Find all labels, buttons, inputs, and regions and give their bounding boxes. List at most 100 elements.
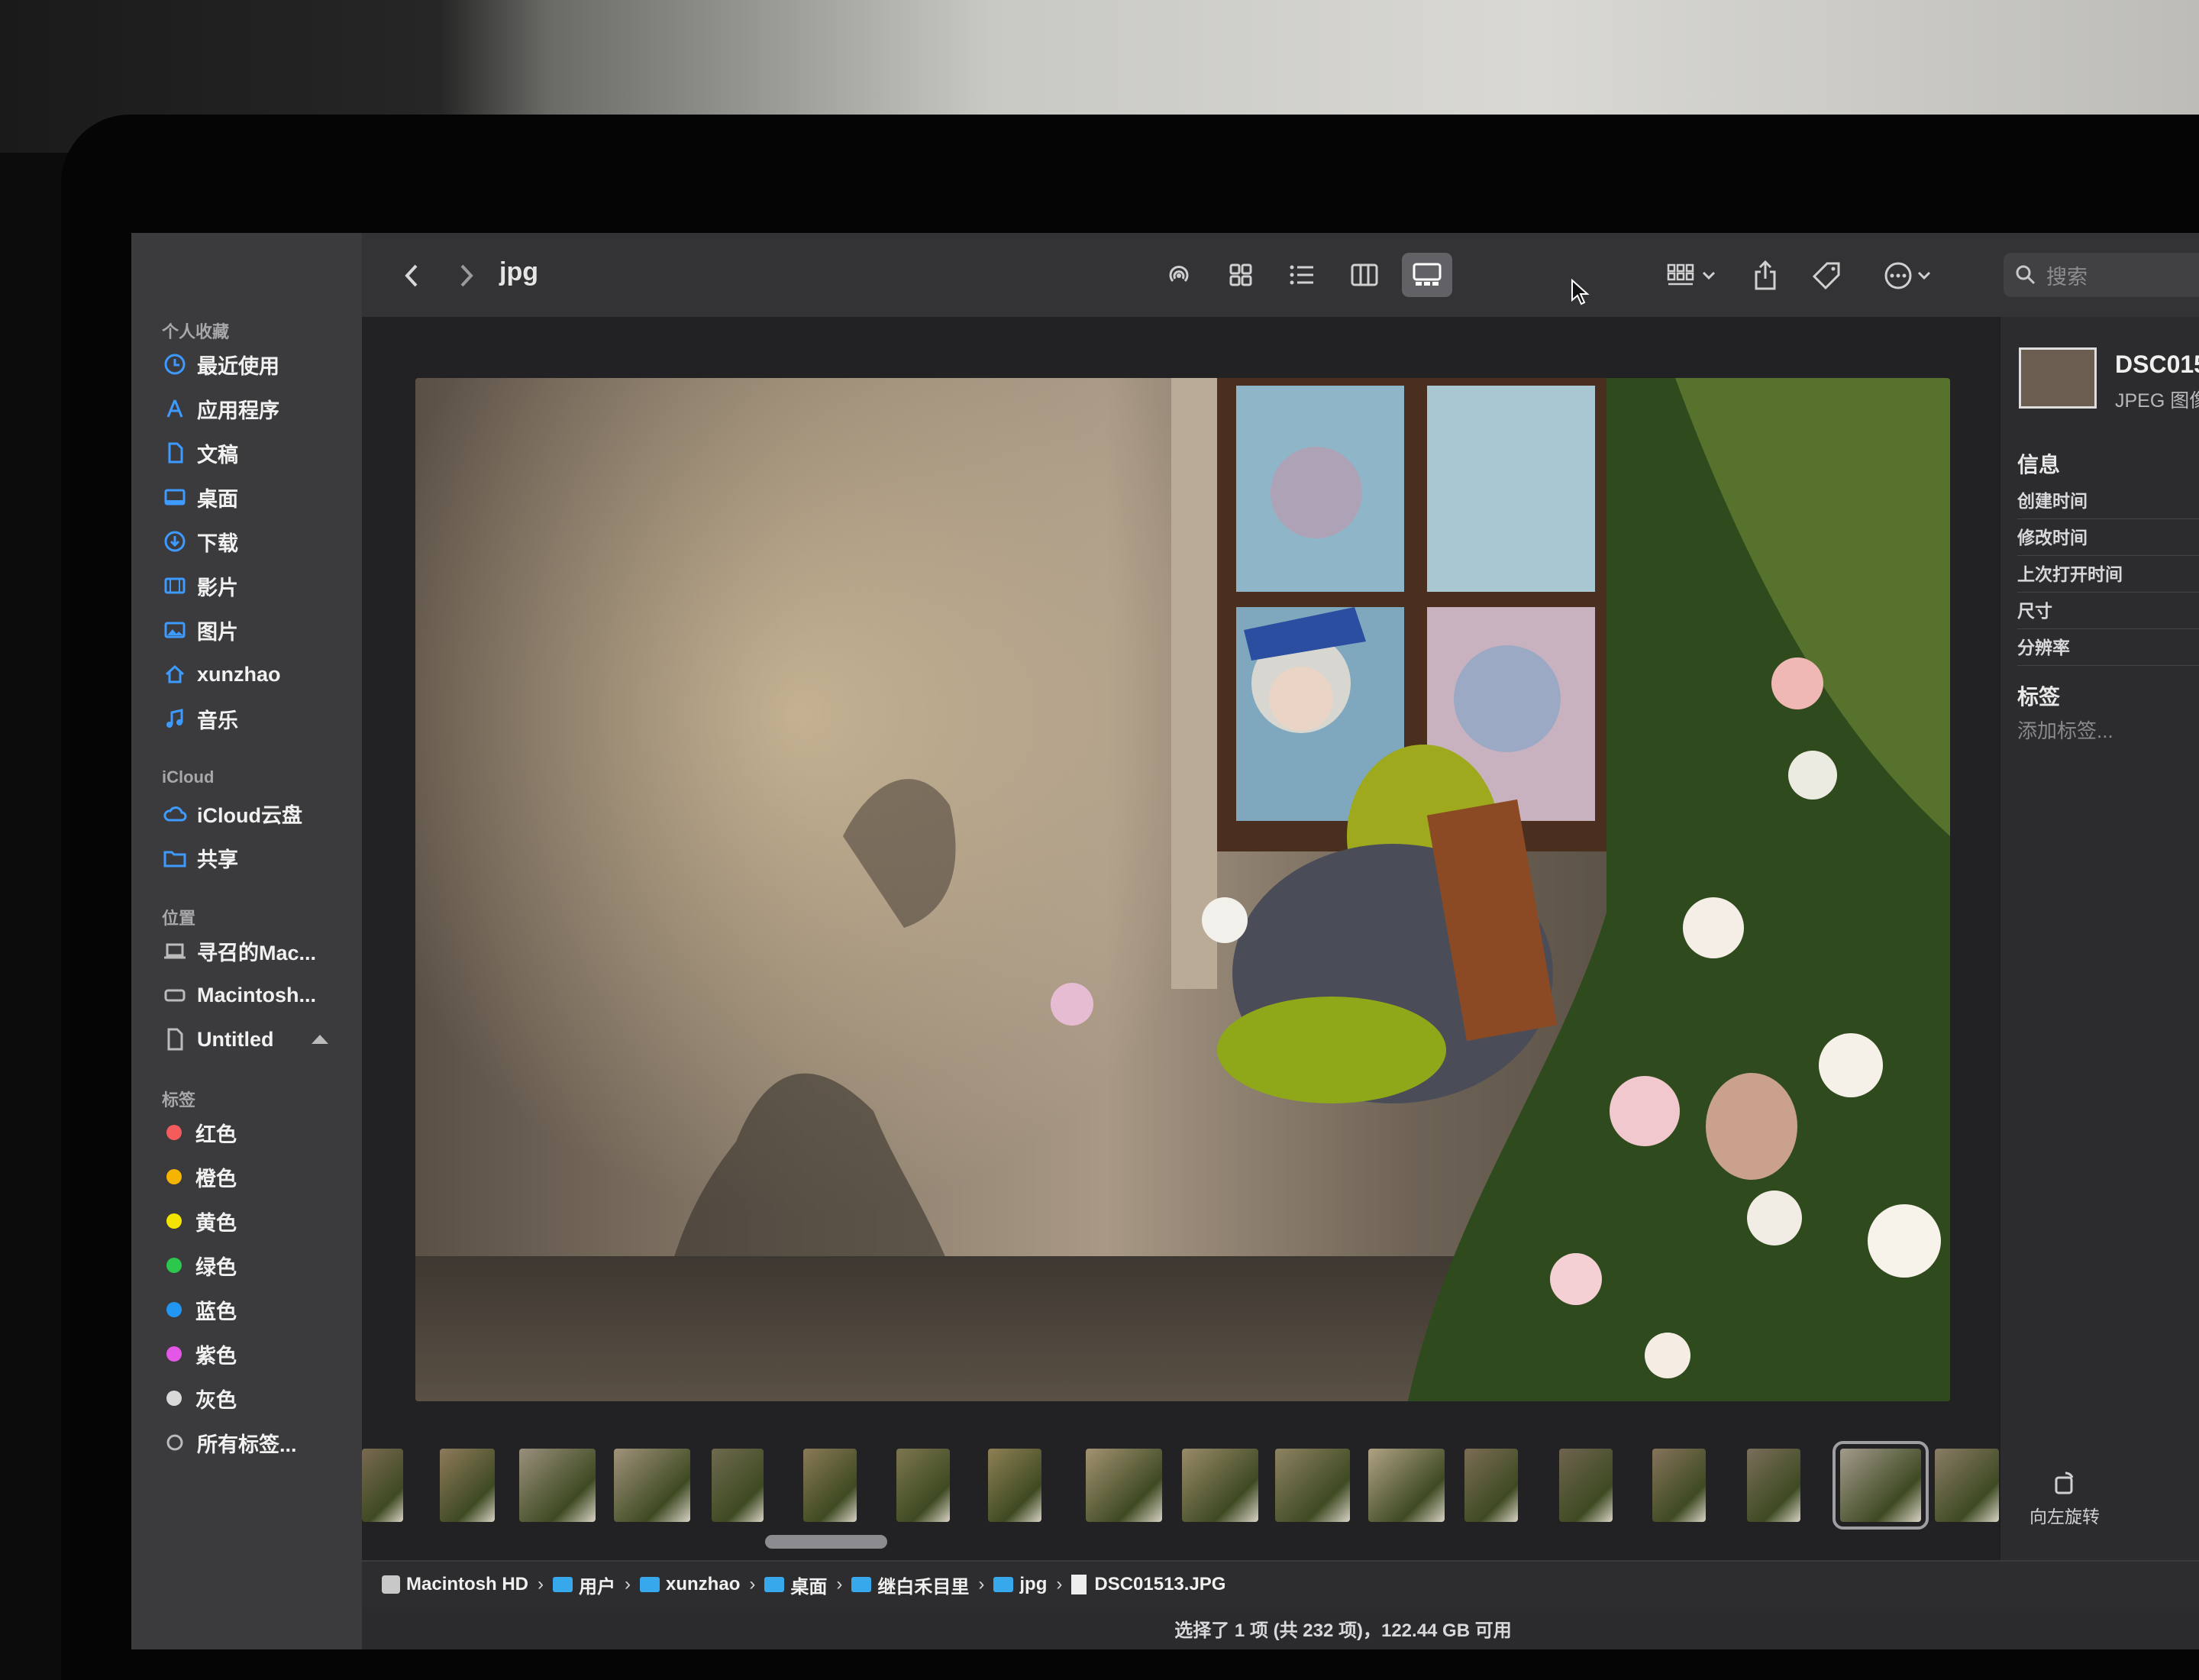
column-view-button[interactable] — [1339, 253, 1390, 297]
search-field[interactable]: 搜索 — [2004, 253, 2199, 297]
view-mode-group — [1216, 253, 1452, 297]
sidebar-item-downloads[interactable]: 下载 — [162, 525, 238, 558]
sidebar-all-tags[interactable]: 所有标签... — [162, 1426, 297, 1459]
filmstrip-thumbnail[interactable] — [988, 1449, 1041, 1522]
sidebar-item-movies[interactable]: 影片 — [162, 569, 238, 603]
filmstrip-thumbnail[interactable] — [1464, 1449, 1518, 1522]
sidebar-item-home[interactable]: xunzhao — [162, 657, 281, 691]
photo-preview[interactable] — [415, 378, 1950, 1401]
tag-color-dot — [166, 1213, 182, 1229]
path-item-macintosh-hd[interactable]: Macintosh HD — [382, 1574, 528, 1595]
sidebar-item-documents[interactable]: 文稿 — [162, 436, 238, 470]
sidebar-item-label: 紫色 — [195, 1344, 237, 1368]
tag-color-dot — [166, 1258, 182, 1273]
rotate-left-button[interactable]: 向左旋转 — [2029, 1470, 2100, 1528]
sidebar-item-label: xunzhao — [197, 662, 281, 686]
group-by-button[interactable] — [1660, 254, 1723, 297]
sidebar-item-label: 影片 — [197, 576, 238, 599]
airdrop-icon — [1169, 266, 1189, 283]
sidebar-tag-gray[interactable]: 灰色 — [162, 1381, 237, 1415]
forward-button[interactable] — [447, 254, 486, 297]
path-item-jpg[interactable]: jpg — [993, 1574, 1047, 1595]
filmstrip-thumbnail[interactable] — [1275, 1449, 1350, 1522]
disk-icon — [162, 982, 188, 1008]
list-view-button[interactable] — [1277, 253, 1327, 297]
share-button[interactable] — [1744, 254, 1787, 297]
sidebar-item-label: 黄色 — [195, 1211, 237, 1235]
photo-image — [415, 378, 1950, 1401]
desktop-icon — [162, 484, 188, 510]
filmstrip-scrollbar[interactable] — [765, 1535, 887, 1549]
info-row-created: 创建时间 — [2017, 486, 2199, 519]
file-kind: JPEG 图像 — [2115, 390, 2199, 412]
sidebar-item-label: 橙色 — [195, 1167, 237, 1191]
home-icon — [162, 661, 188, 687]
filmstrip-thumbnail[interactable] — [896, 1449, 950, 1522]
filmstrip-thumbnail[interactable] — [1368, 1449, 1445, 1522]
sidebar-tag-blue[interactable]: 蓝色 — [162, 1293, 237, 1326]
rotate-left-icon — [2055, 1472, 2074, 1494]
sidebar-item-untitled[interactable]: Untitled — [162, 1023, 274, 1056]
sidebar-tag-yellow[interactable]: 黄色 — [162, 1204, 237, 1238]
sidebar-item-label: 最近使用 — [197, 354, 279, 378]
path-label: 继白禾目里 — [877, 1576, 970, 1598]
sidebar-item-shared[interactable]: 共享 — [162, 841, 238, 874]
filmstrip-thumbnail[interactable] — [1652, 1449, 1706, 1522]
tags-heading: 标签 — [2017, 685, 2061, 709]
path-item-home[interactable]: xunzhao — [640, 1574, 740, 1595]
filmstrip-thumbnail[interactable] — [440, 1449, 495, 1522]
sidebar-item-mac[interactable]: 寻召的Mac... — [162, 934, 316, 968]
filmstrip-thumbnail-selected[interactable] — [1832, 1441, 1929, 1530]
download-icon — [162, 528, 188, 554]
info-row-modified: 修改时间 — [2017, 523, 2199, 556]
sidebar-item-pictures[interactable]: 图片 — [162, 613, 238, 647]
filmstrip-thumbnail[interactable] — [1086, 1449, 1162, 1522]
sidebar-item-label: 寻召的Mac... — [197, 941, 317, 964]
eject-icon[interactable] — [312, 1035, 328, 1044]
filmstrip-thumbnail[interactable] — [1182, 1449, 1258, 1522]
sidebar-item-label: 绿色 — [195, 1255, 237, 1279]
path-separator: › — [625, 1574, 631, 1594]
finder-window: 个人收藏 最近使用 应用程序 文稿 桌面 下载 影片 图片 xunzhao 音乐… — [131, 233, 2199, 1649]
filmstrip-thumbnail[interactable] — [1747, 1449, 1800, 1522]
info-heading: 信息 — [2017, 453, 2061, 477]
sidebar-item-icloud-drive[interactable]: iCloud云盘 — [162, 796, 302, 830]
path-label: DSC01513.JPG — [1094, 1574, 1226, 1594]
sidebar-tag-red[interactable]: 红色 — [162, 1116, 237, 1149]
filmstrip-thumbnail[interactable] — [614, 1449, 690, 1522]
sidebar-item-macintosh-hd[interactable]: Macintosh... — [162, 978, 316, 1012]
path-item-users[interactable]: 用户 — [553, 1572, 615, 1598]
filmstrip-thumbnail[interactable] — [803, 1449, 857, 1522]
sidebar-item-music[interactable]: 音乐 — [162, 702, 238, 735]
filmstrip-thumbnail[interactable] — [1935, 1449, 1999, 1522]
sidebar-item-label: 文稿 — [197, 443, 238, 467]
add-tag-field[interactable]: 添加标签... — [2017, 716, 2113, 744]
folder-icon — [993, 1577, 1014, 1592]
icon-view-button[interactable] — [1216, 253, 1266, 297]
photo-icon — [162, 617, 188, 643]
path-label: 桌面 — [790, 1576, 828, 1598]
filmstrip-thumbnail[interactable] — [1559, 1449, 1613, 1522]
filmstrip-thumbnail[interactable] — [519, 1449, 596, 1522]
airdrop-button[interactable] — [1156, 254, 1202, 297]
sidebar-tag-orange[interactable]: 橙色 — [162, 1160, 237, 1194]
path-item-project[interactable]: 继白禾目里 — [851, 1572, 969, 1598]
sidebar-item-label: Macintosh... — [197, 983, 317, 1006]
sidebar-item-label: 红色 — [195, 1123, 237, 1146]
path-item-file[interactable]: DSC01513.JPG — [1071, 1574, 1225, 1595]
sidebar-item-applications[interactable]: 应用程序 — [162, 392, 279, 425]
gallery-view-button[interactable] — [1402, 253, 1452, 297]
tag-button[interactable] — [1805, 254, 1848, 297]
tag-color-dot — [166, 1302, 182, 1317]
sidebar-item-desktop[interactable]: 桌面 — [162, 480, 238, 514]
sidebar-tag-green[interactable]: 绿色 — [162, 1249, 237, 1282]
back-button[interactable] — [392, 254, 431, 297]
toolbar: jpg 搜索 — [362, 233, 2199, 317]
more-actions-button[interactable] — [1877, 254, 1938, 297]
filmstrip-thumbnail[interactable] — [362, 1449, 403, 1522]
sidebar-item-label: iCloud云盘 — [197, 803, 302, 827]
sidebar-tag-purple[interactable]: 紫色 — [162, 1337, 237, 1371]
sidebar-item-recents[interactable]: 最近使用 — [162, 347, 279, 381]
path-item-desktop[interactable]: 桌面 — [764, 1572, 827, 1598]
filmstrip-thumbnail[interactable] — [712, 1449, 764, 1522]
